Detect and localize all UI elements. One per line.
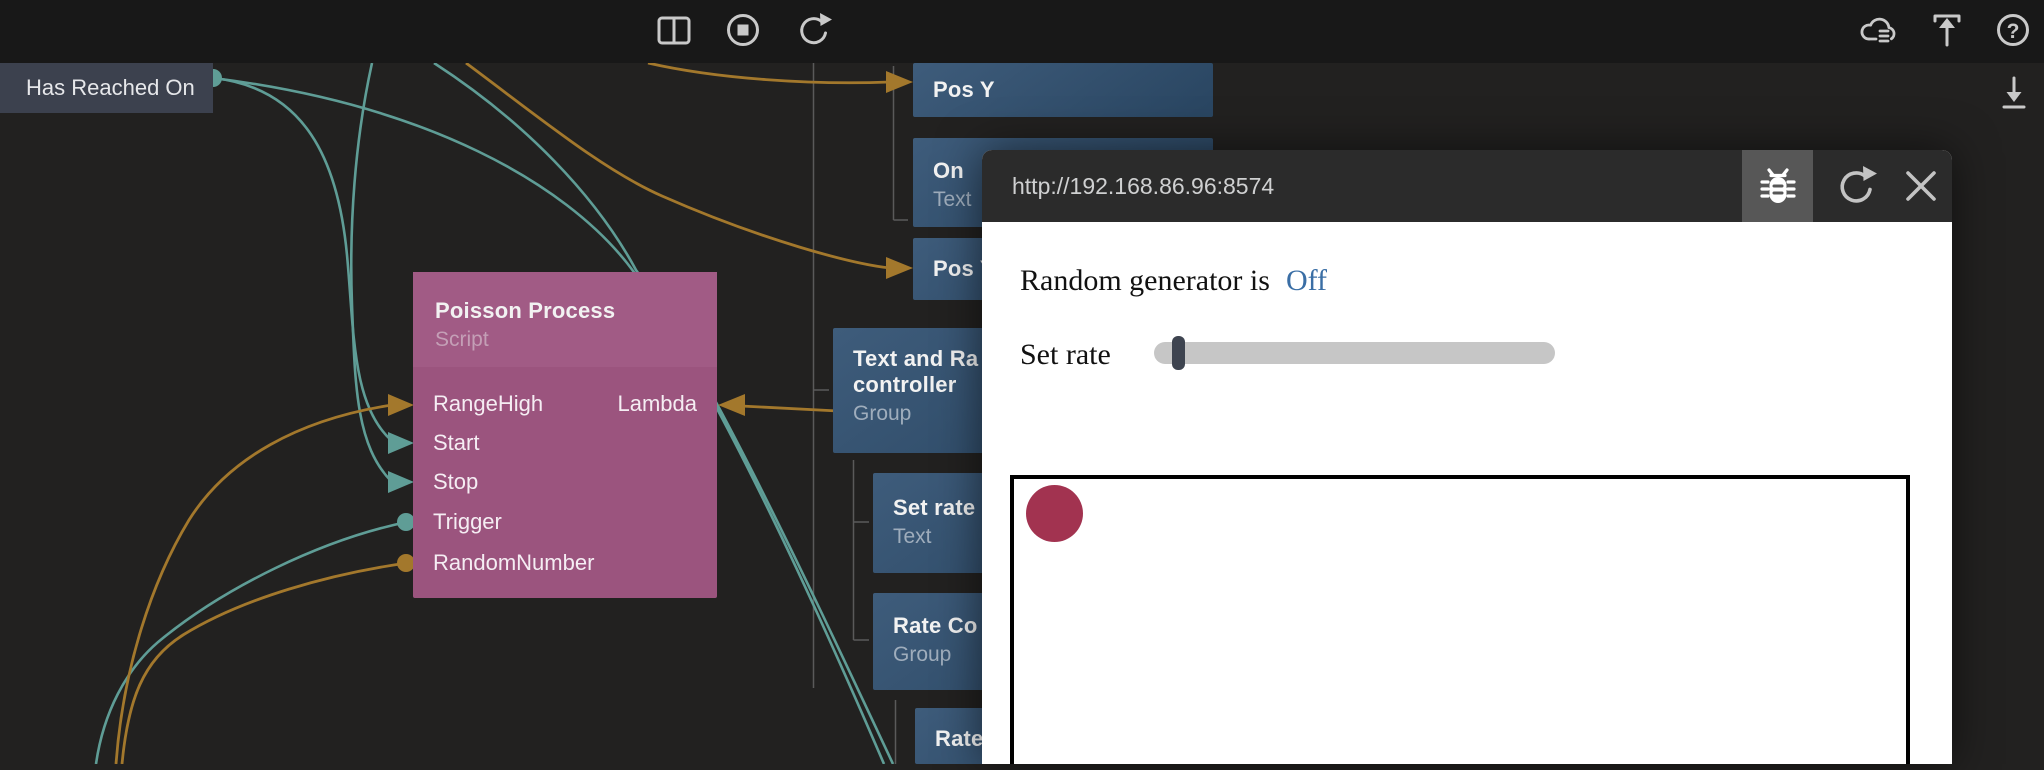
port-label-lambda[interactable]: Lambda (617, 391, 697, 417)
wire-start[interactable] (213, 78, 391, 440)
node-title: Poisson Process (435, 298, 717, 324)
port-arrow-posy1[interactable] (886, 71, 913, 93)
node-label: Has Reached On (26, 75, 195, 100)
node-poisson-process[interactable]: Poisson Process Script RangeHigh Start S… (413, 272, 717, 598)
tree-line (894, 66, 909, 220)
preview-panel: http://192.168.86.96:8574 (982, 150, 1952, 764)
node-pos-y-1[interactable]: Pos Y (913, 63, 1213, 117)
stop-button[interactable] (721, 8, 765, 52)
port-label-rangehigh[interactable]: RangeHigh (433, 391, 543, 417)
port-arrow-stop[interactable] (388, 471, 414, 493)
preview-refresh-button[interactable] (1827, 150, 1887, 222)
tree-line (854, 460, 870, 640)
port-label-start[interactable]: Start (433, 430, 479, 456)
node-title: Pos Y (913, 63, 1213, 117)
wire-rangehigh[interactable] (116, 405, 392, 764)
refresh-button[interactable] (792, 8, 836, 52)
port-label-trigger[interactable]: Trigger (433, 509, 502, 535)
drawing-area[interactable] (1010, 475, 1910, 764)
status-value-link[interactable]: Off (1286, 264, 1327, 297)
wire-posy2[interactable] (466, 63, 890, 268)
url-text[interactable]: http://192.168.86.96:8574 (1012, 150, 1274, 222)
help-icon: ? (1993, 10, 2033, 50)
bug-icon (1759, 165, 1797, 207)
node-has-reached-on[interactable]: Has Reached On (0, 63, 213, 113)
preview-header: http://192.168.86.96:8574 (982, 150, 1952, 222)
preview-close-button[interactable] (1895, 150, 1947, 222)
publish-button[interactable] (1925, 8, 1969, 52)
rate-slider[interactable] (1154, 342, 1555, 364)
top-toolbar: ? (0, 0, 2044, 63)
close-icon (1900, 165, 1942, 207)
port-arrow-start[interactable] (388, 432, 414, 454)
node-subtitle: Script (435, 328, 717, 352)
cloud-sync-icon (1855, 10, 1899, 50)
status-line: Random generator is Off (1020, 264, 1327, 298)
svg-text:?: ? (2007, 20, 2020, 43)
stop-icon (723, 10, 763, 50)
status-prefix: Random generator is (1020, 264, 1270, 297)
help-button[interactable]: ? (1991, 8, 2035, 52)
refresh-icon (1834, 163, 1880, 209)
port-arrow-rangehigh[interactable] (388, 394, 414, 416)
wire-trigger[interactable] (96, 522, 407, 764)
wire-lambda[interactable] (741, 406, 838, 411)
split-view-button[interactable] (652, 8, 696, 52)
rate-label: Set rate (1020, 338, 1111, 372)
refresh-icon (794, 10, 834, 50)
split-view-icon (654, 10, 694, 50)
download-icon (1996, 74, 2032, 114)
download-button[interactable] (1992, 72, 2036, 116)
debug-button[interactable] (1742, 150, 1813, 222)
preview-content: Random generator is Off Set rate (982, 222, 1952, 764)
port-arrow-posy2[interactable] (886, 257, 913, 279)
cloud-sync-button[interactable] (1855, 8, 1899, 52)
port-label-randomnumber[interactable]: RandomNumber (433, 550, 594, 576)
port-label-stop[interactable]: Stop (433, 469, 478, 495)
wire-randomnumber[interactable] (122, 563, 407, 764)
wire-posy1[interactable] (648, 63, 890, 83)
publish-icon (1927, 10, 1967, 50)
node-header: Poisson Process Script (413, 272, 717, 367)
random-dot (1026, 485, 1083, 542)
wire-stop[interactable] (351, 63, 391, 481)
rate-slider-handle[interactable] (1172, 336, 1185, 370)
